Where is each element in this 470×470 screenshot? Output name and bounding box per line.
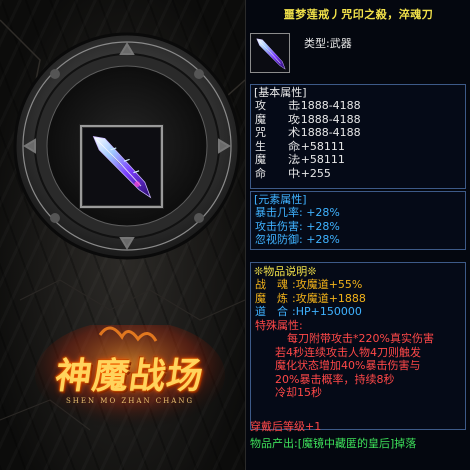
attr-label: 生 命 xyxy=(255,139,299,153)
refine-stat-value: :攻魔道+1888 xyxy=(292,291,366,305)
special-attribute-line: 若4秒连续攻击人物4刀则触发 xyxy=(275,345,421,359)
element-attributes-box: [元素属性] 暴击几率: +28% 攻击伤害: +28% 忽视防御: +28% xyxy=(250,191,466,250)
refine-stat-row: 道 合 :HP+150000 xyxy=(251,305,465,319)
item-drop-source: 物品产出:[魔镜中藏匿的皇后]掉落 xyxy=(250,437,417,450)
logo-title: 神魔战场 xyxy=(52,355,207,397)
basic-attr-row: 魔 法:+58111 xyxy=(251,153,465,167)
special-attribute-line: 魔化状态增加40%暴击伤害与 xyxy=(275,359,421,372)
attr-label: 魔 攻 xyxy=(255,112,299,126)
element-attributes-header: [元素属性] xyxy=(254,193,307,206)
wear-bonus-text: 穿戴后等级+1 xyxy=(250,420,322,433)
refine-stat-label: 道 合 xyxy=(255,305,288,318)
refine-stat-label: 战 魂 xyxy=(255,278,288,291)
element-attr-row: 攻击伤害: +28% xyxy=(255,219,340,233)
attr-value: :+255 xyxy=(297,166,331,180)
item-title: 噩梦莲戒丿咒印之殺，淬魂刀 xyxy=(283,8,434,21)
attr-label: 魔 法 xyxy=(255,153,299,166)
element-attr-row: 暴击几率: +28% xyxy=(255,206,340,219)
special-attributes-header: 特殊属性: xyxy=(255,318,303,332)
attr-value: :1888-4188 xyxy=(297,99,361,112)
game-logo: 神魔战场 SHEN MO ZHAN CHANG xyxy=(30,325,230,455)
refine-stat-value: :HP+150000 xyxy=(292,305,362,318)
basic-attr-row: 魔 攻:1888-4188 xyxy=(251,113,465,127)
item-description-box: ❊物品说明❊ 战 魂 :攻魔道+55% 魔 炼 :攻魔道+1888 道 合 :HP+1… xyxy=(250,262,466,430)
refine-stat-row: 魔 炼 :攻魔道+1888 xyxy=(251,292,465,306)
crystal-blade-large-icon xyxy=(92,136,152,199)
large-item-slot xyxy=(80,125,163,208)
special-attribute-line: 20%暴击概率，持续8秒 xyxy=(275,372,395,386)
basic-attr-row: 命 中:+255 xyxy=(251,167,465,181)
attr-value: :1888-4188 xyxy=(297,112,361,126)
basic-attr-row: 咒 术:1888-4188 xyxy=(251,126,465,140)
refine-stat-value: :攻魔道+55% xyxy=(292,278,363,291)
special-attribute-line: 每刀附带攻击*220%真实伤害 xyxy=(287,332,434,345)
attr-label: 命 中 xyxy=(255,166,299,180)
basic-attr-row: 攻 击:1888-4188 xyxy=(251,99,465,113)
basic-attributes-header: [基本属性] xyxy=(254,86,307,99)
attr-label: 咒 术 xyxy=(255,126,299,139)
refine-stat-label: 魔 炼 xyxy=(255,291,288,305)
item-type: 类型:武器 xyxy=(304,37,352,50)
attr-label: 攻 击 xyxy=(255,99,299,112)
item-description-header: ❊物品说明❊ xyxy=(254,265,317,278)
refine-stat-row: 战 魂 :攻魔道+55% xyxy=(251,278,465,292)
logo-subtitle: SHEN MO ZHAN CHANG xyxy=(65,397,195,405)
attr-value: :+58111 xyxy=(297,153,345,166)
attr-value: :+58111 xyxy=(297,139,345,153)
element-attr-row: 忽视防御: +28% xyxy=(255,233,340,246)
attr-value: :1888-4188 xyxy=(297,126,361,139)
special-attribute-line: 冷却15秒 xyxy=(275,386,322,399)
game-art-panel: 神魔战场 SHEN MO ZHAN CHANG xyxy=(0,0,245,470)
basic-attr-row: 生 命:+58111 xyxy=(251,140,465,154)
item-icon-slot xyxy=(250,33,290,73)
basic-attributes-box: [基本属性] 攻 击:1888-4188 魔 攻:1888-4188 咒 术:1… xyxy=(250,84,466,189)
item-tooltip-panel: 噩梦莲戒丿咒印之殺，淬魂刀 类型:武器 [基本属性] 攻 击:1888-4188… xyxy=(245,0,470,470)
crystal-blade-icon xyxy=(256,38,286,70)
